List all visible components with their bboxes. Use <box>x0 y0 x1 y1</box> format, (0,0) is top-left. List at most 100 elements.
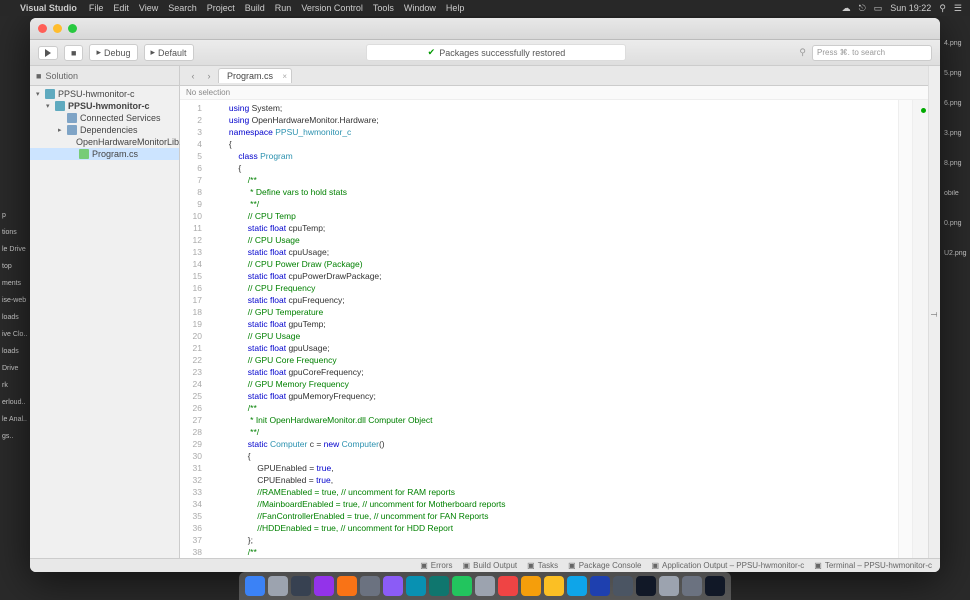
status-package-console[interactable]: ▣Package Console <box>568 561 641 570</box>
minimize-icon[interactable] <box>53 24 62 33</box>
dock-app-17[interactable] <box>636 576 656 596</box>
dock-app-6[interactable] <box>383 576 403 596</box>
minimap[interactable] <box>898 100 912 558</box>
close-tab-icon[interactable]: × <box>282 72 287 81</box>
dock-app-18[interactable] <box>659 576 679 596</box>
dock-app-20[interactable] <box>705 576 725 596</box>
menu-run[interactable]: Run <box>275 3 292 13</box>
tree-item-connected-services[interactable]: Connected Services <box>30 112 179 124</box>
desktop-file[interactable]: 4.png <box>942 40 970 68</box>
nav-back-button[interactable]: ‹ <box>186 69 200 83</box>
clock[interactable]: Sun 19:22 <box>890 3 931 13</box>
tree-arrow-icon[interactable]: ▾ <box>46 102 52 110</box>
desktop-file[interactable]: 5.png <box>942 70 970 98</box>
menu-build[interactable]: Build <box>245 3 265 13</box>
dock-app-8[interactable] <box>429 576 449 596</box>
dock-app-13[interactable] <box>544 576 564 596</box>
desktop-file[interactable]: 0.png <box>942 220 970 248</box>
panel-icon: ▣ <box>527 561 535 570</box>
dock-app-16[interactable] <box>613 576 633 596</box>
battery-icon[interactable]: ▭ <box>874 3 883 14</box>
menu-version-control[interactable]: Version Control <box>301 3 363 13</box>
desktop-file[interactable]: 8.png <box>942 160 970 188</box>
tree-item-program-cs[interactable]: Program.cs <box>30 148 179 160</box>
status-terminal---ppsu-hwmonitor-c[interactable]: ▣Terminal – PPSU-hwmonitor-c <box>814 561 932 570</box>
desktop-item[interactable]: le Drive <box>0 244 28 255</box>
menu-window[interactable]: Window <box>404 3 436 13</box>
desktop-item[interactable]: top <box>0 261 28 272</box>
close-icon[interactable] <box>38 24 47 33</box>
status-build-output[interactable]: ▣Build Output <box>463 561 518 570</box>
wifi-icon[interactable]: ⎋ <box>859 3 866 14</box>
app-name[interactable]: Visual Studio <box>20 3 77 13</box>
tree-item-openhardwaremonitorlib-dll[interactable]: OpenHardwareMonitorLib.dll <box>30 136 179 148</box>
menu-file[interactable]: File <box>89 3 104 13</box>
menu-view[interactable]: View <box>139 3 158 13</box>
window-titlebar[interactable] <box>30 18 940 40</box>
dock-app-7[interactable] <box>406 576 426 596</box>
file-icon <box>79 149 89 159</box>
tree-arrow-icon[interactable]: ▸ <box>58 126 64 134</box>
tree-label: OpenHardwareMonitorLib.dll <box>76 137 191 147</box>
desktop-item[interactable]: erloud.. <box>0 397 28 408</box>
cloud-icon[interactable]: ☁ <box>842 3 851 14</box>
dock-app-9[interactable] <box>452 576 472 596</box>
dock-app-0[interactable] <box>245 576 265 596</box>
desktop-file[interactable]: 6.png <box>942 100 970 128</box>
desktop-item[interactable]: Drive <box>0 363 28 374</box>
stop-button[interactable]: ■ <box>64 45 83 61</box>
dock-app-4[interactable] <box>337 576 357 596</box>
tab-program-cs[interactable]: Program.cs × <box>218 68 292 83</box>
desktop-item[interactable]: loads <box>0 346 28 357</box>
dock-app-12[interactable] <box>521 576 541 596</box>
config-debug[interactable]: ▸ Debug <box>89 44 137 61</box>
breadcrumb[interactable]: No selection <box>180 86 928 100</box>
desktop-file[interactable]: 3.png <box>942 130 970 158</box>
desktop-item[interactable]: rk <box>0 380 28 391</box>
dock-app-1[interactable] <box>268 576 288 596</box>
nav-forward-button[interactable]: › <box>202 69 216 83</box>
control-center-icon[interactable]: ☰ <box>954 3 962 14</box>
tree-arrow-icon[interactable]: ▾ <box>36 90 42 98</box>
run-button[interactable] <box>38 46 58 60</box>
dock-app-10[interactable] <box>475 576 495 596</box>
code-content[interactable]: using System; using OpenHardwareMonitor.… <box>210 100 898 558</box>
desktop-item[interactable]: ise-web <box>0 295 28 306</box>
desktop-file[interactable]: obile <box>942 190 970 218</box>
dock-app-5[interactable] <box>360 576 380 596</box>
desktop-item[interactable]: le Anal.. <box>0 414 28 425</box>
desktop-file[interactable]: U2.png <box>942 250 970 278</box>
search-icon[interactable]: ⚲ <box>939 3 946 14</box>
desktop-item[interactable]: ive Clo.. <box>0 329 28 340</box>
dock-app-11[interactable] <box>498 576 518 596</box>
dock-app-15[interactable] <box>590 576 610 596</box>
desktop-item[interactable]: p <box>0 210 28 221</box>
menu-edit[interactable]: Edit <box>113 3 129 13</box>
menu-tools[interactable]: Tools <box>373 3 394 13</box>
toolbox-icon[interactable]: T <box>929 312 938 317</box>
desktop-item[interactable]: loads <box>0 312 28 323</box>
menu-help[interactable]: Help <box>446 3 465 13</box>
dock-app-2[interactable] <box>291 576 311 596</box>
dock-app-19[interactable] <box>682 576 702 596</box>
dock-app-3[interactable] <box>314 576 334 596</box>
status-errors[interactable]: ▣Errors <box>420 561 452 570</box>
desktop-item[interactable]: gs.. <box>0 431 28 442</box>
desktop-item[interactable]: ments <box>0 278 28 289</box>
tree-item-ppsu-hwmonitor-c[interactable]: ▾PPSU-hwmonitor-c <box>30 88 179 100</box>
status-tasks[interactable]: ▣Tasks <box>527 561 558 570</box>
code-editor[interactable]: 1234567891011121314151617181920212223242… <box>180 100 928 558</box>
desktop-item[interactable]: tions <box>0 227 28 238</box>
tree-item-dependencies[interactable]: ▸Dependencies <box>30 124 179 136</box>
menu-search[interactable]: Search <box>168 3 197 13</box>
status-application-output---ppsu-hwmonitor-c[interactable]: ▣Application Output – PPSU-hwmonitor-c <box>651 561 804 570</box>
tree-item-ppsu-hwmonitor-c[interactable]: ▾PPSU-hwmonitor-c <box>30 100 179 112</box>
dock-app-14[interactable] <box>567 576 587 596</box>
maximize-icon[interactable] <box>68 24 77 33</box>
folder-icon <box>67 125 77 135</box>
menu-project[interactable]: Project <box>207 3 235 13</box>
config-default[interactable]: ▸ Default <box>144 44 194 61</box>
success-icon: ✔ <box>428 47 436 58</box>
right-sidebar[interactable]: T <box>928 66 940 558</box>
search-field[interactable]: Press ⌘. to search <box>812 45 932 61</box>
